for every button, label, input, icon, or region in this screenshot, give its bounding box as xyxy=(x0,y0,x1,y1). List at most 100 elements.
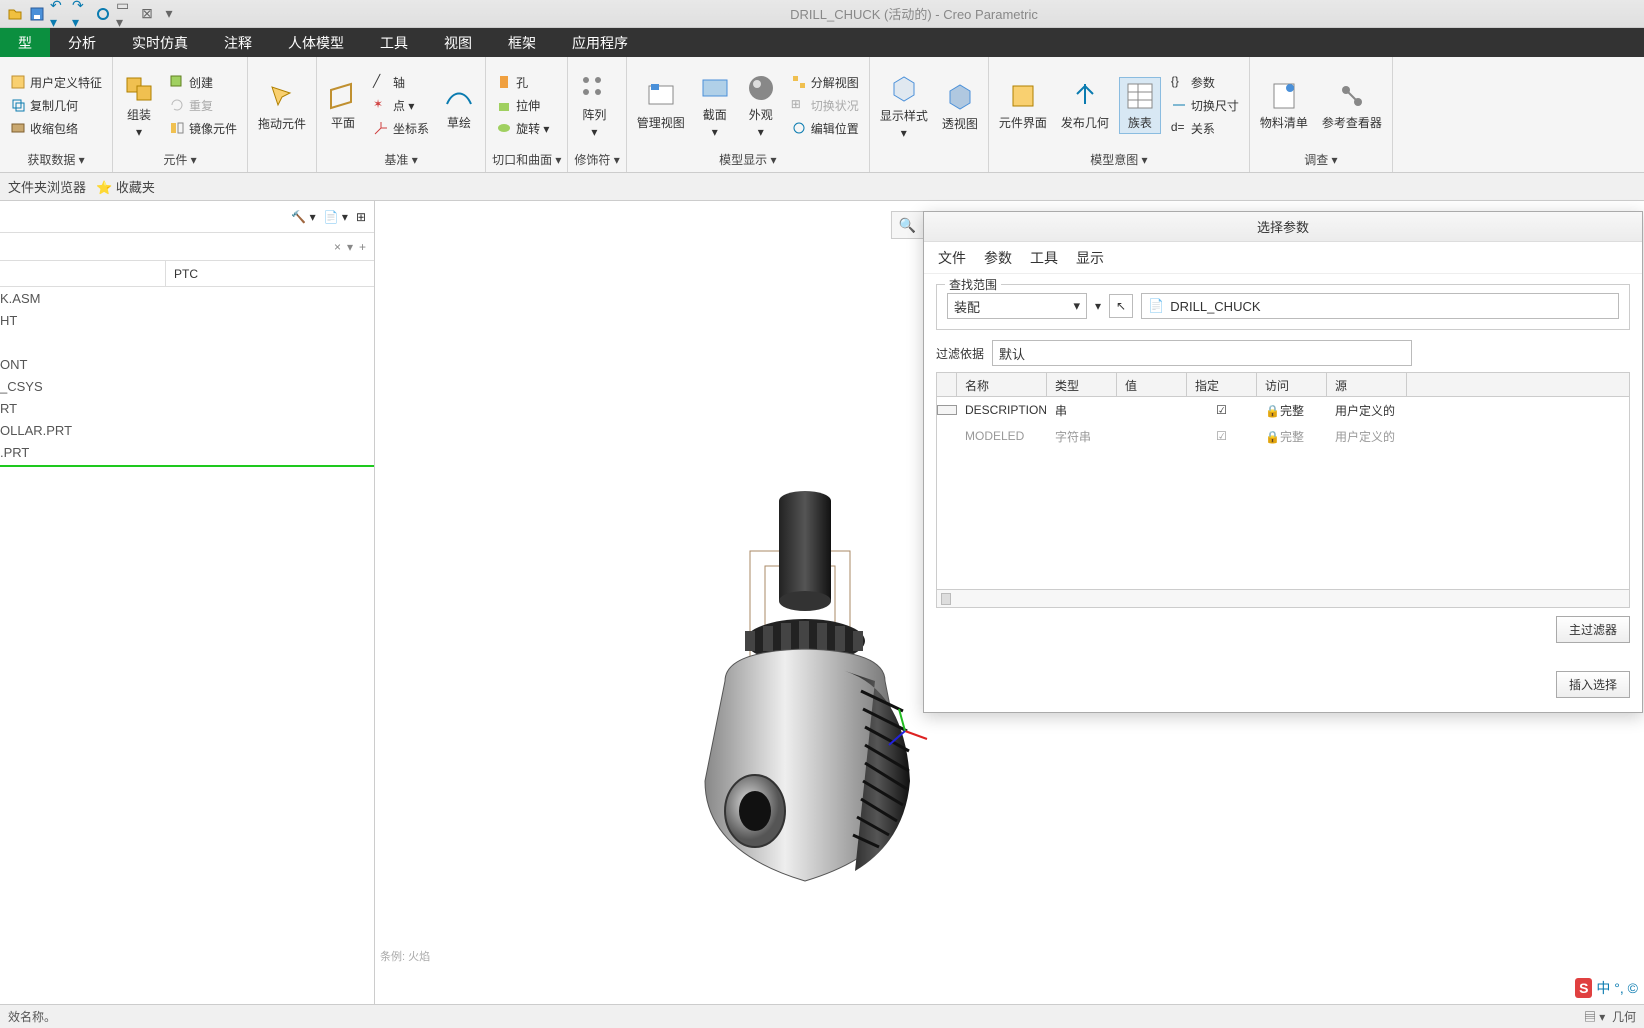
tree-col-ptc[interactable]: PTC xyxy=(166,267,374,281)
tree-item[interactable]: K.ASM xyxy=(0,287,374,309)
group-label: 修饰符 ▾ xyxy=(574,149,619,170)
dlg-menu-param[interactable]: 参数 xyxy=(984,248,1012,268)
displaystyle-button[interactable]: 显示样式▾ xyxy=(876,71,932,142)
tab-simulate[interactable]: 实时仿真 xyxy=(114,28,206,57)
hole-button[interactable]: 孔 xyxy=(492,72,553,93)
revolve-button[interactable]: 旋转 ▾ xyxy=(492,118,553,139)
tree-item[interactable]: HT xyxy=(0,309,374,331)
insert-here-bar[interactable] xyxy=(0,465,374,467)
table-row[interactable]: MODELED 字符串 ☑ 🔒完整 用户定义的 xyxy=(937,423,1629,449)
assemble-button[interactable]: 组装▾ xyxy=(119,70,159,141)
tree-item[interactable]: _CSYS xyxy=(0,375,374,397)
main-filter-button[interactable]: 主过滤器 xyxy=(1556,616,1630,643)
ref-viewer-button[interactable]: 参考查看器 xyxy=(1318,78,1386,133)
save-icon[interactable] xyxy=(28,5,46,23)
col-name[interactable]: 名称 xyxy=(957,373,1047,396)
udf-button[interactable]: 用户定义特征 xyxy=(6,72,106,93)
tab-tools[interactable]: 工具 xyxy=(362,28,426,57)
bom-button[interactable]: 物料清单 xyxy=(1256,78,1312,133)
status-icon[interactable]: ▤ ▾ xyxy=(1584,1010,1605,1024)
switch-status-button[interactable]: ⊞切换状况 xyxy=(787,95,863,116)
redo-icon[interactable]: ↷ ▾ xyxy=(72,5,90,23)
zoom-fit-icon[interactable]: 🔍 xyxy=(895,213,919,237)
compif-button[interactable]: 元件界面 xyxy=(995,78,1051,133)
tree-item[interactable]: ONT xyxy=(0,353,374,375)
tree-body[interactable]: K.ASM HT ONT _CSYS RT OLLAR.PRT .PRT xyxy=(0,287,374,1004)
tab-frame[interactable]: 框架 xyxy=(490,28,554,57)
copy-geom-button[interactable]: 复制几何 xyxy=(6,95,106,116)
chevron-down-icon[interactable]: ▾ xyxy=(1095,299,1101,313)
group-label: 基准 ▾ xyxy=(323,149,479,170)
table-row[interactable]: DESCRIPTION 串 ☑ 🔒完整 用户定义的 xyxy=(937,397,1629,423)
folder-browser-tab[interactable]: 文件夹浏览器 xyxy=(8,177,86,196)
status-right[interactable]: 几何 xyxy=(1612,1010,1636,1024)
qat-more-icon[interactable]: ▾ xyxy=(160,5,178,23)
publish-geom-button[interactable]: 发布几何 xyxy=(1057,78,1113,133)
appearance-button[interactable]: 外观▾ xyxy=(741,70,781,141)
filter-label: 过滤依据 xyxy=(936,345,984,362)
status-left: 效名称。 xyxy=(8,1008,56,1025)
section-button[interactable]: 截面▾ xyxy=(695,70,735,141)
col-type[interactable]: 类型 xyxy=(1047,373,1117,396)
manage-views-button[interactable]: 管理视图 xyxy=(633,78,689,133)
insert-select-button[interactable]: 插入选择 xyxy=(1556,671,1630,698)
tab-annotate[interactable]: 注释 xyxy=(206,28,270,57)
tree-item[interactable]: RT xyxy=(0,397,374,419)
dlg-menu-file[interactable]: 文件 xyxy=(938,248,966,268)
scope-file-field[interactable]: 📄DRILL_CHUCK xyxy=(1141,293,1619,319)
tree-tool-icon[interactable]: 🔨 ▾ xyxy=(291,210,315,224)
create-button[interactable]: 创建 xyxy=(165,72,241,93)
extrude-button[interactable]: 拉伸 xyxy=(492,95,553,116)
tree-filter-icon[interactable]: ⊞ xyxy=(356,210,366,224)
params-button[interactable]: {}参数 xyxy=(1167,72,1243,93)
group-label: 模型显示 ▾ xyxy=(633,149,863,170)
mirror-button[interactable]: 镜像元件 xyxy=(165,118,241,139)
dlg-menu-display[interactable]: 显示 xyxy=(1076,248,1104,268)
open-icon[interactable] xyxy=(6,5,24,23)
tab-apps[interactable]: 应用程序 xyxy=(554,28,646,57)
col-access[interactable]: 访问 xyxy=(1257,373,1327,396)
search-close-icon[interactable]: × xyxy=(334,240,341,254)
tab-model[interactable]: 型 xyxy=(0,28,50,57)
drag-button[interactable]: 拖动元件 xyxy=(254,79,310,134)
tab-manikin[interactable]: 人体模型 xyxy=(270,28,362,57)
search-add-icon[interactable]: + xyxy=(359,240,366,254)
tree-item[interactable]: .PRT xyxy=(0,441,374,463)
switch-dim-button[interactable]: 切换尺寸 xyxy=(1167,95,1243,116)
tree-item[interactable] xyxy=(0,331,374,353)
sketch-button[interactable]: 草绘 xyxy=(439,78,479,133)
explode-view-button[interactable]: 分解视图 xyxy=(787,72,863,93)
col-source[interactable]: 源 xyxy=(1327,373,1407,396)
favorites-tab[interactable]: ⭐ 收藏夹 xyxy=(96,177,155,196)
close-win-icon[interactable]: ⊠ xyxy=(138,5,156,23)
family-table-button[interactable]: 族表 xyxy=(1119,77,1161,134)
regen-icon[interactable] xyxy=(94,5,112,23)
shrinkwrap-button[interactable]: 收缩包络 xyxy=(6,118,106,139)
point-button[interactable]: ✶点 ▾ xyxy=(369,95,433,116)
scope-combo[interactable]: 装配▾ xyxy=(947,293,1087,319)
col-spec[interactable]: 指定 xyxy=(1187,373,1257,396)
tree-item[interactable]: OLLAR.PRT xyxy=(0,419,374,441)
table-hscroll[interactable] xyxy=(937,589,1629,607)
tab-view[interactable]: 视图 xyxy=(426,28,490,57)
perspective-button[interactable]: 透视图 xyxy=(938,79,982,134)
undo-icon[interactable]: ↶ ▾ xyxy=(50,5,68,23)
col-value[interactable]: 值 xyxy=(1117,373,1187,396)
edit-position-button[interactable]: 编辑位置 xyxy=(787,118,863,139)
ime-indicator[interactable]: S 中 °, © xyxy=(1575,976,1638,1000)
ribbon-group-style: 显示样式▾ 透视图 xyxy=(870,57,989,172)
relations-button[interactable]: d=关系 xyxy=(1167,118,1243,139)
group-label: 调查 ▾ xyxy=(1256,149,1386,170)
filter-combo[interactable]: 默认 xyxy=(992,340,1412,366)
pattern-button[interactable]: 阵列▾ xyxy=(574,70,614,141)
pick-icon[interactable]: ↖ xyxy=(1109,294,1133,318)
window-icon[interactable]: ▭ ▾ xyxy=(116,5,134,23)
dlg-menu-tools[interactable]: 工具 xyxy=(1030,248,1058,268)
tab-analysis[interactable]: 分析 xyxy=(50,28,114,57)
tree-settings-icon[interactable]: 📄 ▾ xyxy=(324,210,348,224)
repeat-button[interactable]: 重复 xyxy=(165,95,241,116)
csys-button[interactable]: 坐标系 xyxy=(369,118,433,139)
plane-button[interactable]: 平面 xyxy=(323,78,363,133)
axis-button[interactable]: ╱轴 xyxy=(369,72,433,93)
search-dropdown-icon[interactable]: ▾ xyxy=(347,240,353,254)
